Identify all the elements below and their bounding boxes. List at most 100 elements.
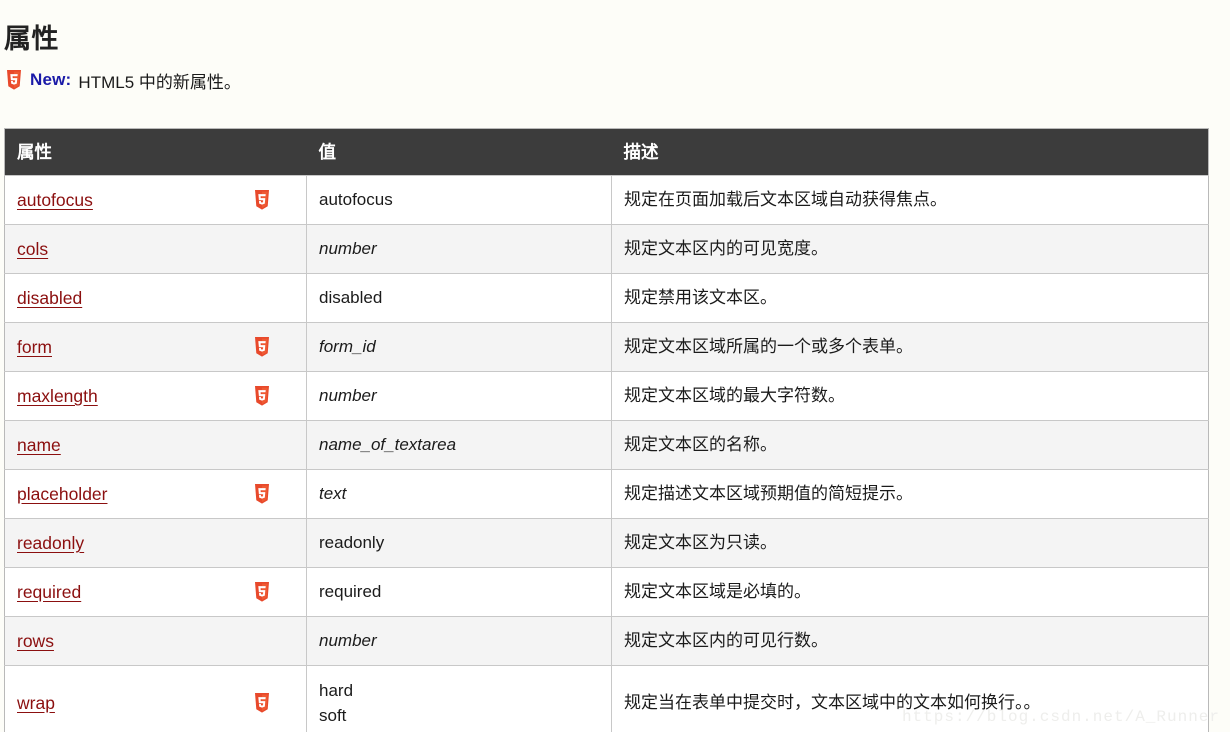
cell-value: number xyxy=(306,224,612,274)
attribute-cell-inner: required xyxy=(17,580,294,604)
attribute-link-required[interactable]: required xyxy=(17,580,81,604)
cell-attribute: cols xyxy=(4,224,307,274)
cell-attribute: form xyxy=(4,322,307,372)
html5-badge-icon xyxy=(254,484,270,504)
table-row: maxlength number 规定文本区域的最大字符数。 xyxy=(4,371,1209,421)
cell-description: 规定文本区的名称。 xyxy=(611,420,1209,470)
cell-value: disabled xyxy=(306,273,612,323)
html5-badge-icon xyxy=(254,337,270,357)
cell-value: text xyxy=(306,469,612,519)
table-row: placeholder text 规定描述文本区域预期值的简短提示。 xyxy=(4,469,1209,519)
badge-placeholder xyxy=(254,435,270,455)
attribute-cell-inner: maxlength xyxy=(17,384,294,408)
attribute-link-rows[interactable]: rows xyxy=(17,629,54,653)
cell-attribute: wrap xyxy=(4,665,307,732)
value-text: number xyxy=(319,631,377,650)
value-text: disabled xyxy=(319,288,383,307)
table-row: rows number 规定文本区内的可见行数。 xyxy=(4,616,1209,666)
cell-attribute: required xyxy=(4,567,307,617)
table-row: form form_id 规定文本区域所属的一个或多个表单。 xyxy=(4,322,1209,372)
page-root: 属性 New: HTML5 中的新属性。 属性 值 描述 autofocus au… xyxy=(0,0,1230,732)
attribute-link-placeholder[interactable]: placeholder xyxy=(17,482,107,506)
table-row: cols number 规定文本区内的可见宽度。 xyxy=(4,224,1209,274)
new-attributes-note: New: HTML5 中的新属性。 xyxy=(0,56,1230,92)
cell-value: required xyxy=(306,567,612,617)
table-row: name name_of_textarea 规定文本区的名称。 xyxy=(4,420,1209,470)
value-text: number xyxy=(319,239,377,258)
attribute-cell-inner: wrap xyxy=(17,691,294,715)
page-title: 属性 xyxy=(4,24,59,54)
attribute-link-wrap[interactable]: wrap xyxy=(17,691,55,715)
value-lines: hard soft xyxy=(319,678,599,728)
cell-attribute: disabled xyxy=(4,273,307,323)
table-header-row: 属性 值 描述 xyxy=(4,128,1209,176)
badge-placeholder xyxy=(254,631,270,651)
attribute-cell-inner: autofocus xyxy=(17,188,294,212)
value-text: autofocus xyxy=(319,190,393,209)
badge-placeholder xyxy=(254,239,270,259)
cell-description: 规定文本区域所属的一个或多个表单。 xyxy=(611,322,1209,372)
cell-attribute: rows xyxy=(4,616,307,666)
cell-description: 规定在页面加载后文本区域自动获得焦点。 xyxy=(611,175,1209,225)
cell-attribute: maxlength xyxy=(4,371,307,421)
cell-value: readonly xyxy=(306,518,612,568)
value-text: text xyxy=(319,484,347,503)
table-body: autofocus autofocus 规定在页面加载后文本区域自动获得焦点。 col… xyxy=(4,175,1209,732)
attribute-cell-inner: form xyxy=(17,335,294,359)
html5-badge-icon xyxy=(254,190,270,210)
value-text: readonly xyxy=(319,533,385,552)
html5-badge-icon xyxy=(6,70,22,90)
value-text: number xyxy=(319,386,377,405)
cell-description: 规定文本区域的最大字符数。 xyxy=(611,371,1209,421)
attribute-cell-inner: disabled xyxy=(17,286,294,310)
column-header-value: 值 xyxy=(306,128,612,176)
attribute-link-autofocus[interactable]: autofocus xyxy=(17,188,93,212)
value-line: hard xyxy=(319,681,354,700)
value-line: soft xyxy=(319,706,347,725)
cell-value: number xyxy=(306,616,612,666)
value-text: form_id xyxy=(319,337,376,356)
watermark: https://blog.csdn.net/A_Runner xyxy=(901,708,1220,726)
cell-description: 规定禁用该文本区。 xyxy=(611,273,1209,323)
new-label: New: xyxy=(30,70,72,89)
table-row: autofocus autofocus 规定在页面加载后文本区域自动获得焦点。 xyxy=(4,175,1209,225)
attribute-link-maxlength[interactable]: maxlength xyxy=(17,384,98,408)
cell-value: name_of_textarea xyxy=(306,420,612,470)
attribute-link-form[interactable]: form xyxy=(17,335,52,359)
cell-description: 规定文本区内的可见宽度。 xyxy=(611,224,1209,274)
cell-description: 规定文本区内的可见行数。 xyxy=(611,616,1209,666)
column-header-description: 描述 xyxy=(611,128,1209,176)
cell-description: 规定文本区域是必填的。 xyxy=(611,567,1209,617)
attribute-cell-inner: cols xyxy=(17,237,294,261)
attribute-cell-inner: rows xyxy=(17,629,294,653)
attribute-link-cols[interactable]: cols xyxy=(17,237,48,261)
cell-value: form_id xyxy=(306,322,612,372)
table-row: required required 规定文本区域是必填的。 xyxy=(4,567,1209,617)
attribute-link-disabled[interactable]: disabled xyxy=(17,286,82,310)
badge-placeholder xyxy=(254,533,270,553)
attribute-link-readonly[interactable]: readonly xyxy=(17,531,84,555)
cell-value: number xyxy=(306,371,612,421)
attributes-table: 属性 值 描述 autofocus autofocus 规定在页面加载后文本区域自动… xyxy=(4,128,1209,732)
attribute-cell-inner: name xyxy=(17,433,294,457)
cell-attribute: readonly xyxy=(4,518,307,568)
table-head: 属性 值 描述 xyxy=(4,128,1209,176)
html5-badge-icon xyxy=(254,693,270,713)
attribute-cell-inner: readonly xyxy=(17,531,294,555)
html5-badge-icon xyxy=(254,386,270,406)
value-text: required xyxy=(319,582,382,601)
cell-description: 规定描述文本区域预期值的简短提示。 xyxy=(611,469,1209,519)
html5-badge-icon xyxy=(254,582,270,602)
cell-attribute: placeholder xyxy=(4,469,307,519)
attribute-cell-inner: placeholder xyxy=(17,482,294,506)
badge-placeholder xyxy=(254,288,270,308)
cell-value: hard soft xyxy=(306,665,612,732)
cell-attribute: autofocus xyxy=(4,175,307,225)
table-row: readonly readonly 规定文本区为只读。 xyxy=(4,518,1209,568)
cell-value: autofocus xyxy=(306,175,612,225)
table-row: disabled disabled 规定禁用该文本区。 xyxy=(4,273,1209,323)
attribute-link-name[interactable]: name xyxy=(17,433,61,457)
value-text: name_of_textarea xyxy=(319,435,457,454)
cell-description: 规定文本区为只读。 xyxy=(611,518,1209,568)
column-header-attribute: 属性 xyxy=(4,128,307,176)
